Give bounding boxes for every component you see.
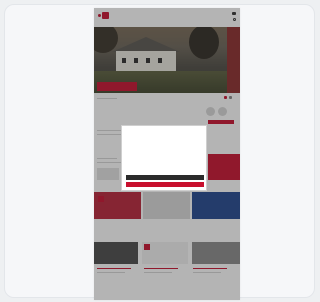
cookie-dialog-text [126,138,204,158]
cookie-accept-button[interactable] [126,182,204,187]
mobile-page[interactable] [94,8,240,300]
cookie-reject-button[interactable] [126,175,204,180]
cookie-dialog [121,125,207,191]
